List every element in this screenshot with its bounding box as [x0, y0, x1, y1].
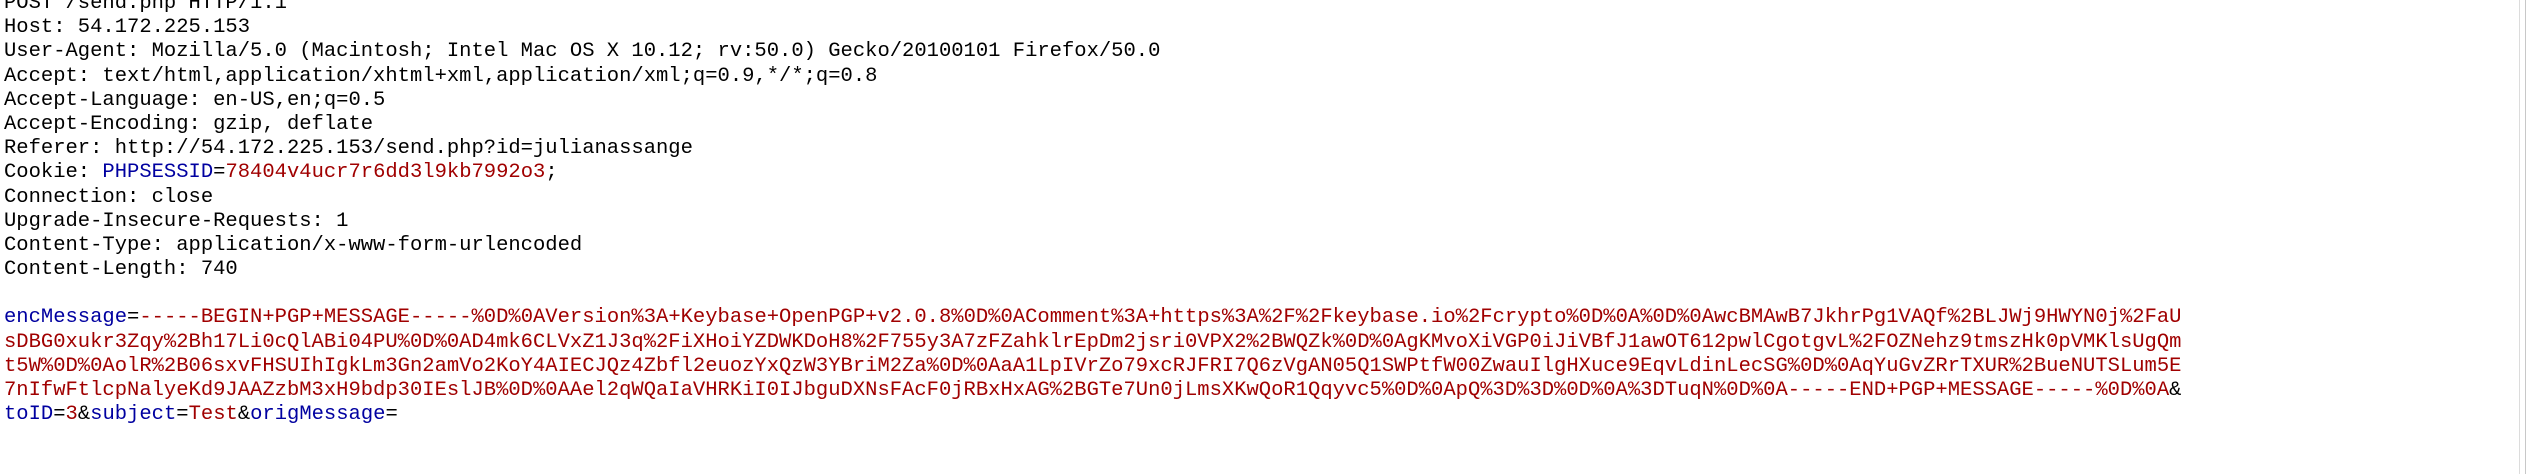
param-separator: & — [237, 403, 251, 427]
param-equals: = — [127, 306, 140, 330]
param-value-toid: 3 — [65, 403, 78, 427]
http-request-text: POST /send.php HTTP/1.1 Host: 54.172.225… — [0, 0, 2520, 427]
body-line-4: 7nIfwFtlcpNalyeKd9JAAZzbM3xH9bdp30IEslJB… — [4, 379, 2520, 403]
param-value-encmessage-part: t5W%0D%0AolR%2B06sxvFHSUIhIgkLm3Gn2amVo2… — [4, 354, 2182, 378]
cookie-label: Cookie: — [4, 161, 103, 185]
header-cookie: Cookie: PHPSESSID=78404v4ucr7r6dd3l9kb79… — [4, 161, 2520, 185]
request-line: POST /send.php HTTP/1.1 — [4, 0, 287, 15]
cookie-equals: = — [213, 161, 226, 185]
body-line-3: t5W%0D%0AolR%2B06sxvFHSUIhIgkLm3Gn2amVo2… — [4, 355, 2520, 379]
header-body-separator — [4, 282, 2520, 306]
header-user-agent: User-Agent: Mozilla/5.0 (Macintosh; Inte… — [4, 40, 1161, 64]
header-accept-encoding: Accept-Encoding: gzip, deflate — [4, 112, 374, 136]
vertical-scrollbar[interactable] — [2519, 0, 2532, 474]
cookie-name: PHPSESSID — [102, 161, 214, 185]
param-value-encmessage-part: sDBG0xukr3Zqy%2Bh17Li0cQlABi04PU%0D%0AD4… — [4, 330, 2182, 354]
header-host: Host: 54.172.225.153 — [4, 16, 251, 40]
param-equals: = — [385, 403, 398, 427]
header-content-length: Content-Length: 740 — [4, 258, 238, 282]
scrollbar-track — [2525, 0, 2526, 474]
header-content-type: Content-Type: application/x-www-form-url… — [4, 233, 583, 257]
param-name-origmessage: origMessage — [250, 403, 386, 427]
body-line-2: sDBG0xukr3Zqy%2Bh17Li0cQlABi04PU%0D%0AD4… — [4, 331, 2520, 355]
param-separator: & — [77, 403, 91, 427]
param-equals: = — [176, 403, 189, 427]
header-referer: Referer: http://54.172.225.153/send.php?… — [4, 137, 693, 161]
param-equals: = — [53, 403, 66, 427]
param-name-toid: toID — [4, 403, 54, 427]
cookie-value: 78404v4ucr7r6dd3l9kb7992o3 — [225, 161, 546, 185]
param-name-subject: subject — [90, 403, 177, 427]
param-value-subject: Test — [188, 403, 238, 427]
param-name-encmessage: encMessage — [4, 306, 128, 330]
body-line-5: toID=3&subject=Test&origMessage= — [4, 403, 2520, 427]
header-accept-language: Accept-Language: en-US,en;q=0.5 — [4, 88, 386, 112]
param-separator: & — [2169, 379, 2182, 402]
http-request-viewer: POST /send.php HTTP/1.1 Host: 54.172.225… — [0, 0, 2520, 474]
body-line-1: encMessage=-----BEGIN+PGP+MESSAGE-----%0… — [4, 306, 2520, 330]
param-value-encmessage-part: -----BEGIN+PGP+MESSAGE-----%0D%0AVersion… — [139, 306, 2182, 330]
header-connection: Connection: close — [4, 185, 214, 209]
header-accept: Accept: text/html,application/xhtml+xml,… — [4, 64, 878, 88]
param-value-encmessage-part: 7nIfwFtlcpNalyeKd9JAAZzbM3xH9bdp30IEslJB… — [4, 379, 2170, 402]
header-upgrade-insecure-requests: Upgrade-Insecure-Requests: 1 — [4, 209, 349, 233]
cookie-terminator: ; — [545, 161, 558, 185]
